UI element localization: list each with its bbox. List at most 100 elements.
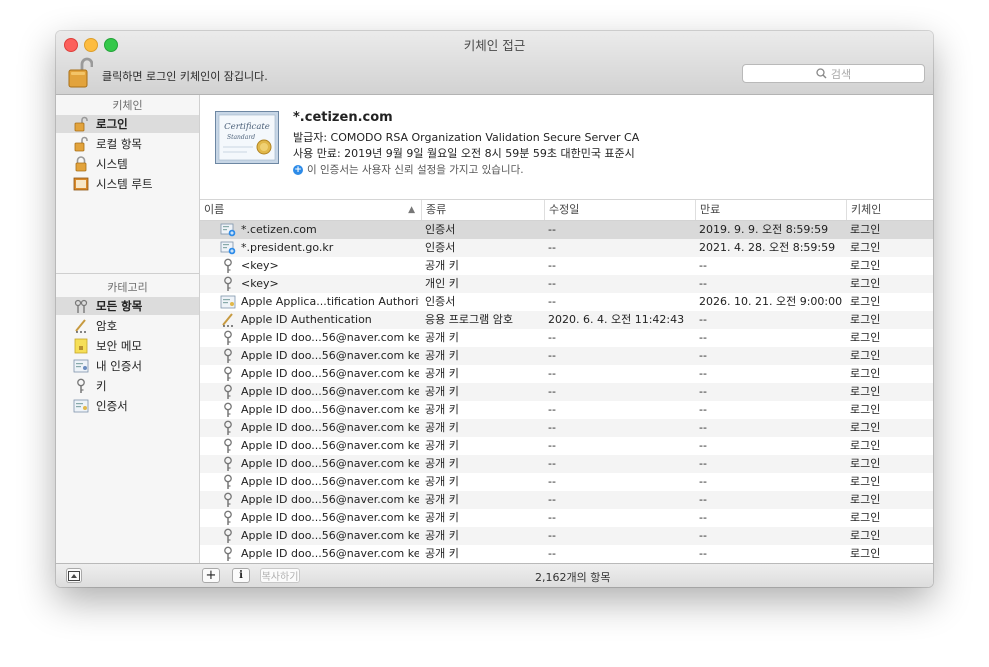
column-header-kind[interactable]: 종류 (421, 200, 544, 220)
cell-modified: -- (548, 511, 556, 524)
cell-kind: 공개 키 (425, 475, 459, 488)
sidebar: 키체인 로그인 로컬 항목 시스템 시스템 루트 카테고리 모든 항목 암호 보… (56, 95, 200, 563)
key-icon (220, 258, 236, 274)
sidebar-item-all-items[interactable]: 모든 항목 (56, 297, 199, 315)
key-icon (220, 384, 236, 400)
sidebar-toggle-icon (68, 570, 80, 581)
column-header-expires[interactable]: 만료 (695, 200, 846, 220)
table-row[interactable]: Apple ID doo...56@naver.com key 공개 키 -- -- 로… (200, 545, 933, 563)
cell-keychain: 로그인 (850, 259, 881, 272)
cell-kind: 인증서 (425, 295, 456, 308)
table-row[interactable]: Apple ID doo...56@naver.com key 공개 키 -- -- 로… (200, 419, 933, 437)
cell-keychain: 로그인 (850, 475, 881, 488)
cell-name: *.president.go.kr (241, 241, 334, 254)
table-row[interactable]: Apple ID doo...56@naver.com key 공개 키 -- -- 로… (200, 527, 933, 545)
certificate-icon (72, 398, 90, 414)
keychains-header: 키체인 (112, 99, 143, 112)
table-row[interactable]: Apple ID doo...56@naver.com key 공개 키 -- -- 로… (200, 491, 933, 509)
column-header-keychain[interactable]: 키체인 (846, 200, 933, 220)
sidebar-item-login[interactable]: 로그인 (56, 115, 199, 133)
cell-kind: 공개 키 (425, 511, 459, 524)
get-info-button[interactable]: i (232, 568, 250, 583)
lock-hint-text: 클릭하면 로그인 키체인이 잠깁니다. (102, 70, 268, 83)
cell-keychain: 로그인 (850, 547, 881, 560)
sidebar-item-label: 인증서 (96, 399, 128, 413)
cell-keychain: 로그인 (850, 241, 881, 254)
toggle-sidebar-button[interactable] (66, 568, 82, 583)
table-row[interactable]: Apple ID doo...56@naver.com key 공개 키 -- -- 로… (200, 473, 933, 491)
cell-kind: 공개 키 (425, 529, 459, 542)
cell-kind: 개인 키 (425, 277, 459, 290)
cell-expires: -- (699, 457, 707, 470)
cell-name: Apple ID doo...56@naver.com key (241, 331, 419, 344)
key-icon (220, 546, 236, 562)
cell-modified: -- (548, 349, 556, 362)
sidebar-item-label: 키 (96, 379, 107, 393)
certificate-name: *.cetizen.com (293, 110, 393, 125)
table-row[interactable]: Apple ID doo...56@naver.com key 공개 키 -- -- 로… (200, 401, 933, 419)
cell-modified: 2020. 6. 4. 오전 11:42:43 (548, 313, 685, 326)
table-row[interactable]: <key> 개인 키 -- -- 로그인 (200, 275, 933, 293)
key-icon (220, 456, 236, 472)
sidebar-item-keys[interactable]: 키 (56, 377, 199, 395)
cell-name: Apple ID doo...56@naver.com key (241, 457, 419, 470)
sidebar-item-certificates[interactable]: 인증서 (56, 397, 199, 415)
key-icon (220, 348, 236, 364)
cell-modified: -- (548, 277, 556, 290)
table-row[interactable]: Apple ID doo...56@naver.com key 공개 키 -- -- 로… (200, 509, 933, 527)
bottom-bar: + i 복사하기 2,162개의 항목 (56, 563, 933, 587)
table-row[interactable]: Apple ID doo...56@naver.com key 공개 키 -- -- 로… (200, 365, 933, 383)
trust-text: 이 인증서는 사용자 신뢰 설정을 가지고 있습니다. (307, 164, 524, 176)
title-bar: 키체인 접근 클릭하면 로그인 키체인이 잠깁니다. 검색 (56, 31, 933, 95)
cell-modified: -- (548, 295, 556, 308)
cell-expires: -- (699, 547, 707, 560)
cell-keychain: 로그인 (850, 439, 881, 452)
sidebar-item-system-roots[interactable]: 시스템 루트 (56, 175, 199, 193)
sidebar-item-my-certificates[interactable]: 내 인증서 (56, 357, 199, 375)
cabinet-icon (72, 176, 90, 192)
certificate-trust-note: + 이 인증서는 사용자 신뢰 설정을 가지고 있습니다. (293, 162, 524, 177)
cell-keychain: 로그인 (850, 295, 881, 308)
copy-button[interactable]: 복사하기 (260, 568, 300, 583)
cell-kind: 공개 키 (425, 403, 459, 416)
cell-kind: 인증서 (425, 223, 456, 236)
column-header-name[interactable]: 이름 ▲ (200, 200, 421, 220)
lock-open-icon (72, 136, 90, 152)
cell-expires: -- (699, 493, 707, 506)
cell-modified: -- (548, 547, 556, 560)
cell-expires: -- (699, 367, 707, 380)
search-field[interactable]: 검색 (742, 64, 925, 83)
cell-modified: -- (548, 439, 556, 452)
cell-keychain: 로그인 (850, 421, 881, 434)
table-row[interactable]: Apple Applica...tification Authority 인증서 -… (200, 293, 933, 311)
add-item-button[interactable]: + (202, 568, 220, 583)
key-icon (72, 378, 90, 394)
cell-expires: 2026. 10. 21. 오전 9:00:00 (699, 295, 843, 308)
table-row[interactable]: Apple ID doo...56@naver.com key 공개 키 -- -- 로… (200, 455, 933, 473)
lock-keychain-button[interactable] (67, 56, 94, 89)
cell-modified: -- (548, 223, 556, 236)
table-row[interactable]: Apple ID doo...56@naver.com key 공개 키 -- -- 로… (200, 329, 933, 347)
cell-modified: -- (548, 331, 556, 344)
sidebar-item-local-items[interactable]: 로컬 항목 (56, 135, 199, 153)
cell-modified: -- (548, 529, 556, 542)
table-row[interactable]: <key> 공개 키 -- -- 로그인 (200, 257, 933, 275)
cell-expires: 2021. 4. 28. 오전 8:59:59 (699, 241, 836, 254)
sidebar-item-system[interactable]: 시스템 (56, 155, 199, 173)
keychain-access-window: 키체인 접근 클릭하면 로그인 키체인이 잠깁니다. 검색 키체인 로그인 로컬… (56, 31, 933, 587)
table-row[interactable]: Apple ID Authentication 응용 프로그램 암호 2020. 6… (200, 311, 933, 329)
table-row[interactable]: *.cetizen.com 인증서 -- 2019. 9. 9. 오전 8:59:59… (200, 221, 933, 239)
table-row[interactable]: *.president.go.kr 인증서 -- 2021. 4. 28. 오전 8:… (200, 239, 933, 257)
certificate-expiry: 사용 만료: 2019년 9월 9일 월요일 오전 8시 59분 59초 대한민… (293, 147, 635, 160)
table-row[interactable]: Apple ID doo...56@naver.com key 공개 키 -- -- 로… (200, 347, 933, 365)
column-header-modified[interactable]: 수정일 (544, 200, 695, 220)
key-icon (220, 366, 236, 382)
table-row[interactable]: Apple ID doo...56@naver.com key 공개 키 -- -- 로… (200, 437, 933, 455)
table-row[interactable]: Apple ID doo...56@naver.com key 공개 키 -- -- 로… (200, 383, 933, 401)
sidebar-item-secure-notes[interactable]: 보안 메모 (56, 337, 199, 355)
sidebar-item-passwords[interactable]: 암호 (56, 317, 199, 335)
cell-kind: 공개 키 (425, 349, 459, 362)
cell-expires: -- (699, 313, 707, 326)
categories-header: 카테고리 (107, 281, 148, 294)
lock-closed-icon (72, 156, 90, 172)
